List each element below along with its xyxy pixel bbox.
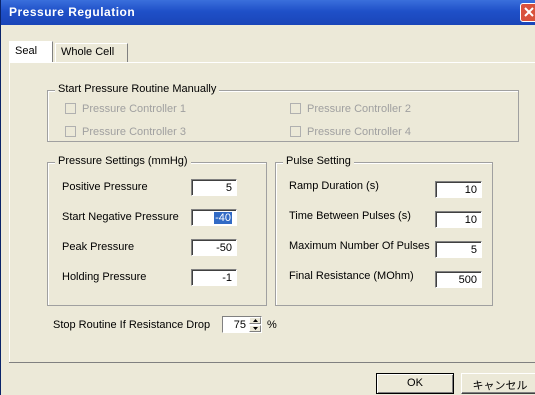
ok-button[interactable]: OK [376,373,454,394]
tab-seal[interactable]: Seal [9,41,53,63]
manual-start-group-title: Start Pressure Routine Manually [55,83,220,95]
manual-start-group: Start Pressure Routine Manually Pressure… [47,83,519,142]
start-negative-pressure-label: Start Negative Pressure [62,211,179,223]
checkbox-box [290,103,301,114]
pressure-controller-2-checkbox[interactable]: Pressure Controller 2 [290,103,411,115]
time-between-pulses-label: Time Between Pulses (s) [289,210,411,222]
checkbox-box [65,126,76,137]
tab-seal-label: Seal [15,45,38,57]
max-pulses-label: Maximum Number Of Pulses [289,240,430,252]
pressure-settings-group: Pressure Settings (mmHg) Positive Pressu… [47,155,267,306]
holding-pressure-label: Holding Pressure [62,271,147,283]
positive-pressure-label: Positive Pressure [62,181,148,193]
pressure-controller-4-checkbox[interactable]: Pressure Controller 4 [290,126,411,138]
close-icon [524,7,534,17]
checkbox-box [65,103,76,114]
time-between-pulses-input[interactable]: 10 [435,211,482,228]
tab-whole-cell[interactable]: Whole Cell [55,43,128,62]
pulse-setting-title: Pulse Setting [283,155,354,167]
stop-routine-unit: % [267,319,277,331]
ok-button-label: OK [407,377,423,389]
pressure-controller-1-checkbox[interactable]: Pressure Controller 1 [65,103,186,115]
final-resistance-input[interactable]: 500 [435,271,482,288]
max-pulses-input[interactable]: 5 [435,241,482,258]
peak-pressure-label: Peak Pressure [62,241,135,253]
close-button[interactable] [520,3,535,22]
checkbox-label: Pressure Controller 3 [82,126,186,138]
spinner-buttons [249,317,261,332]
pressure-controller-3-checkbox[interactable]: Pressure Controller 3 [65,126,186,138]
arrow-down-icon [253,327,258,330]
final-resistance-label: Final Resistance (MOhm) [289,270,414,282]
checkbox-box [290,126,301,137]
seal-tab-panel: Start Pressure Routine Manually Pressure… [9,62,535,362]
ramp-duration-label: Ramp Duration (s) [289,180,379,192]
tab-whole-cell-label: Whole Cell [61,46,115,58]
peak-pressure-input[interactable]: -50 [191,239,237,256]
checkbox-label: Pressure Controller 2 [307,103,411,115]
start-negative-pressure-input[interactable]: -40 [191,209,237,226]
cancel-button[interactable]: キャンセル [461,373,535,394]
resistance-drop-value: 75 [233,319,246,331]
resistance-drop-spinner[interactable]: 75 [222,316,262,333]
spinner-down-button[interactable] [249,325,261,332]
spinner-up-button[interactable] [249,317,261,324]
cancel-button-label: キャンセル [472,380,528,392]
window-title: Pressure Regulation [9,5,136,19]
holding-pressure-input[interactable]: -1 [191,269,237,286]
checkbox-label: Pressure Controller 4 [307,126,411,138]
title-bar[interactable]: Pressure Regulation [1,0,535,25]
pressure-regulation-dialog: Pressure Regulation Seal Whole Cell Star… [0,0,535,395]
stop-routine-label: Stop Routine If Resistance Drop [53,319,211,331]
pressure-settings-title: Pressure Settings (mmHg) [55,155,191,167]
positive-pressure-input[interactable]: 5 [191,179,237,196]
ramp-duration-input[interactable]: 10 [435,181,482,198]
pulse-setting-group: Pulse Setting Ramp Duration (s) 10 Time … [275,155,493,306]
checkbox-label: Pressure Controller 1 [82,103,186,115]
dialog-footer: OK キャンセル [9,362,535,395]
arrow-up-icon [253,319,258,322]
